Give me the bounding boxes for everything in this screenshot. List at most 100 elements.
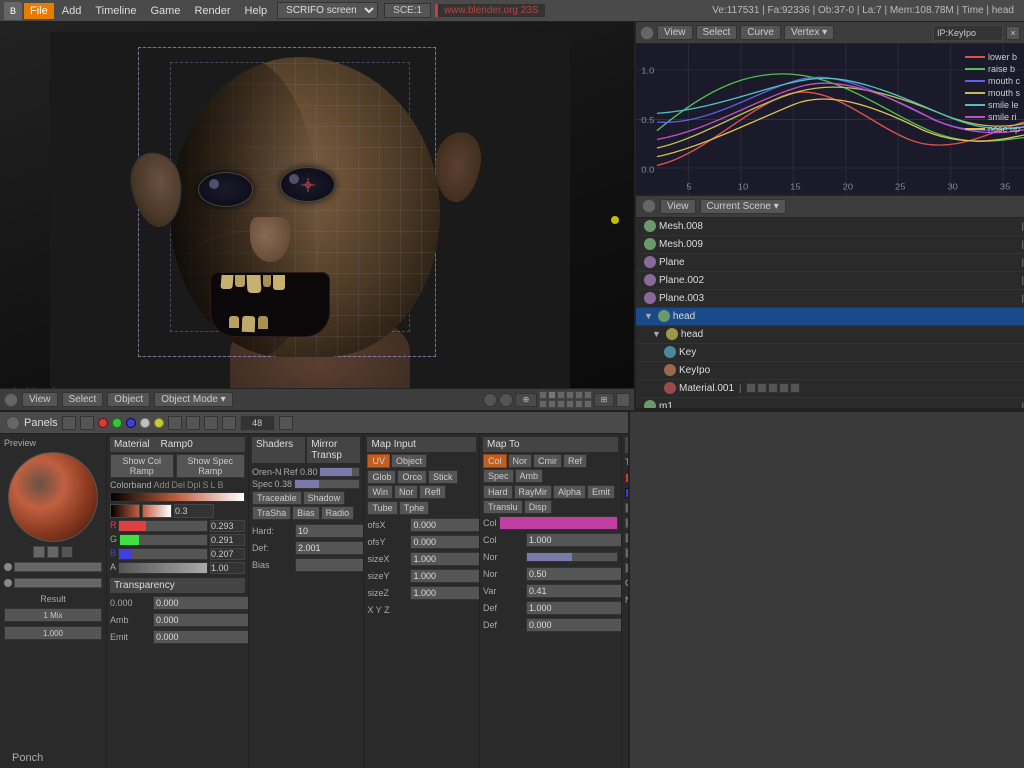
- panels-icon3[interactable]: [186, 416, 200, 430]
- menu-file[interactable]: File: [24, 3, 54, 19]
- snap-icon[interactable]: ⊞: [594, 393, 614, 407]
- radio-btn[interactable]: Radio: [321, 506, 355, 520]
- col-btn[interactable]: Col: [483, 454, 507, 468]
- r-slider[interactable]: [118, 520, 208, 532]
- viewport-icon1[interactable]: [483, 393, 497, 407]
- translu-btn[interactable]: Translu: [483, 500, 523, 514]
- object-menu[interactable]: Object: [107, 392, 150, 407]
- cmir-btn[interactable]: Cmir: [533, 454, 562, 468]
- curve-select[interactable]: Select: [696, 25, 738, 40]
- viewport-3d[interactable]: (46) head View Select Object Object Mode…: [0, 22, 634, 410]
- red-dot[interactable]: [98, 418, 108, 428]
- blender-icon[interactable]: B: [4, 2, 22, 20]
- hard2-btn[interactable]: Hard: [483, 485, 513, 499]
- sizey-val[interactable]: [410, 569, 480, 583]
- tube-btn[interactable]: Tube: [367, 501, 397, 515]
- screen-selector[interactable]: SCRIFO screen: [277, 2, 378, 19]
- amb2-btn[interactable]: Amb: [515, 469, 544, 483]
- ofsy-val[interactable]: [410, 535, 480, 549]
- menu-help[interactable]: Help: [239, 3, 274, 19]
- menu-timeline[interactable]: Timeline: [89, 3, 142, 19]
- prev-bar2[interactable]: [14, 578, 102, 588]
- scene-selector[interactable]: SCE:1: [384, 3, 431, 18]
- glob-btn[interactable]: Glob: [367, 470, 396, 484]
- colorband-gradient[interactable]: [110, 492, 245, 502]
- raymir-btn[interactable]: RayMir: [514, 485, 553, 499]
- prev-bar1[interactable]: [14, 562, 102, 572]
- nor-val[interactable]: 0.50: [526, 567, 622, 581]
- outliner-material[interactable]: Material.001 |: [636, 380, 1024, 398]
- ofsx-val[interactable]: [410, 518, 480, 532]
- prev-icon2[interactable]: [47, 546, 59, 558]
- view-menu[interactable]: View: [22, 392, 58, 407]
- refl-btn[interactable]: Refl: [419, 485, 445, 499]
- menu-add[interactable]: Add: [56, 3, 88, 19]
- panels-icon5[interactable]: [222, 416, 236, 430]
- outliner-plane002[interactable]: Plane.002 |: [636, 272, 1024, 290]
- b-value[interactable]: [210, 548, 245, 560]
- trasha-btn[interactable]: TraSha: [252, 506, 291, 520]
- menu-game[interactable]: Game: [144, 3, 186, 19]
- yellow-dot[interactable]: [154, 418, 164, 428]
- panel-icon2[interactable]: [80, 416, 94, 430]
- nor-btn[interactable]: Nor: [394, 485, 419, 499]
- panels-icon2[interactable]: [168, 416, 182, 430]
- traceable-btn[interactable]: Traceable: [252, 491, 302, 505]
- show-spec-ramp[interactable]: Show Spec Ramp: [176, 454, 245, 478]
- spec-slider[interactable]: [294, 479, 360, 489]
- viewport-icon2[interactable]: [499, 393, 513, 407]
- bias-val[interactable]: [295, 558, 365, 572]
- viewport-icon3[interactable]: ⊕: [515, 393, 537, 407]
- def2-val[interactable]: [526, 601, 622, 615]
- layer-buttons[interactable]: [539, 391, 592, 408]
- nor-slider-track[interactable]: [526, 552, 618, 562]
- nor2-btn[interactable]: Nor: [508, 454, 533, 468]
- outliner-view[interactable]: View: [660, 199, 696, 214]
- sizex-val[interactable]: [410, 552, 480, 566]
- sizez-val[interactable]: [410, 586, 480, 600]
- prev-icon1[interactable]: [33, 546, 45, 558]
- alpha2-btn[interactable]: Alpha: [553, 485, 586, 499]
- g-slider[interactable]: [119, 534, 208, 546]
- curve-view[interactable]: View: [657, 25, 693, 40]
- win-btn[interactable]: Win: [367, 485, 393, 499]
- ref2-btn[interactable]: Ref: [563, 454, 587, 468]
- a-slider[interactable]: [118, 562, 208, 574]
- white-dot[interactable]: [140, 418, 150, 428]
- shadow-btn[interactable]: Shadow: [303, 491, 346, 505]
- ipo-search[interactable]: [933, 25, 1003, 41]
- outliner-plane1[interactable]: Plane |: [636, 254, 1024, 272]
- hard-val[interactable]: [295, 524, 365, 538]
- emit2-btn[interactable]: Emit: [587, 485, 615, 499]
- show-col-ramp[interactable]: Show Col Ramp: [110, 454, 174, 478]
- stick-btn[interactable]: Stick: [428, 470, 458, 484]
- emit-val[interactable]: [153, 630, 249, 644]
- def3-val[interactable]: [526, 618, 622, 632]
- object-btn[interactable]: Object: [391, 454, 427, 468]
- outliner-mesh008[interactable]: Mesh.008 |: [636, 218, 1024, 236]
- swatch2[interactable]: [142, 504, 172, 518]
- curve-curve[interactable]: Curve: [740, 25, 781, 40]
- disp-btn[interactable]: Disp: [524, 500, 552, 514]
- select-menu[interactable]: Select: [62, 392, 104, 407]
- frame-input[interactable]: [240, 415, 275, 431]
- curve-vertex[interactable]: Vertex ▾: [784, 25, 834, 40]
- uv-btn[interactable]: UV: [367, 454, 390, 468]
- outliner-head[interactable]: ▼ head: [636, 308, 1024, 326]
- outliner-plane003[interactable]: Plane.003 |: [636, 290, 1024, 308]
- panels-icon6[interactable]: [279, 416, 293, 430]
- render-icon[interactable]: [616, 393, 630, 407]
- menu-render[interactable]: Render: [188, 3, 236, 19]
- outliner-mesh009[interactable]: Mesh.009 |: [636, 236, 1024, 254]
- outliner-scene[interactable]: Current Scene ▾: [700, 199, 786, 214]
- curve-editor[interactable]: View Select Curve Vertex ▾ ×: [636, 22, 1024, 196]
- outliner-m1[interactable]: m1 |: [636, 398, 1024, 408]
- amb-val[interactable]: [153, 613, 249, 627]
- g-value[interactable]: [210, 534, 245, 546]
- result-bar[interactable]: 1 Mix: [4, 608, 102, 622]
- col-val[interactable]: 1.000: [526, 533, 622, 547]
- swatch1[interactable]: [110, 504, 140, 518]
- tphe-btn[interactable]: Tphe: [399, 501, 430, 515]
- orco-btn[interactable]: Orco: [397, 470, 427, 484]
- def-val[interactable]: [295, 541, 365, 555]
